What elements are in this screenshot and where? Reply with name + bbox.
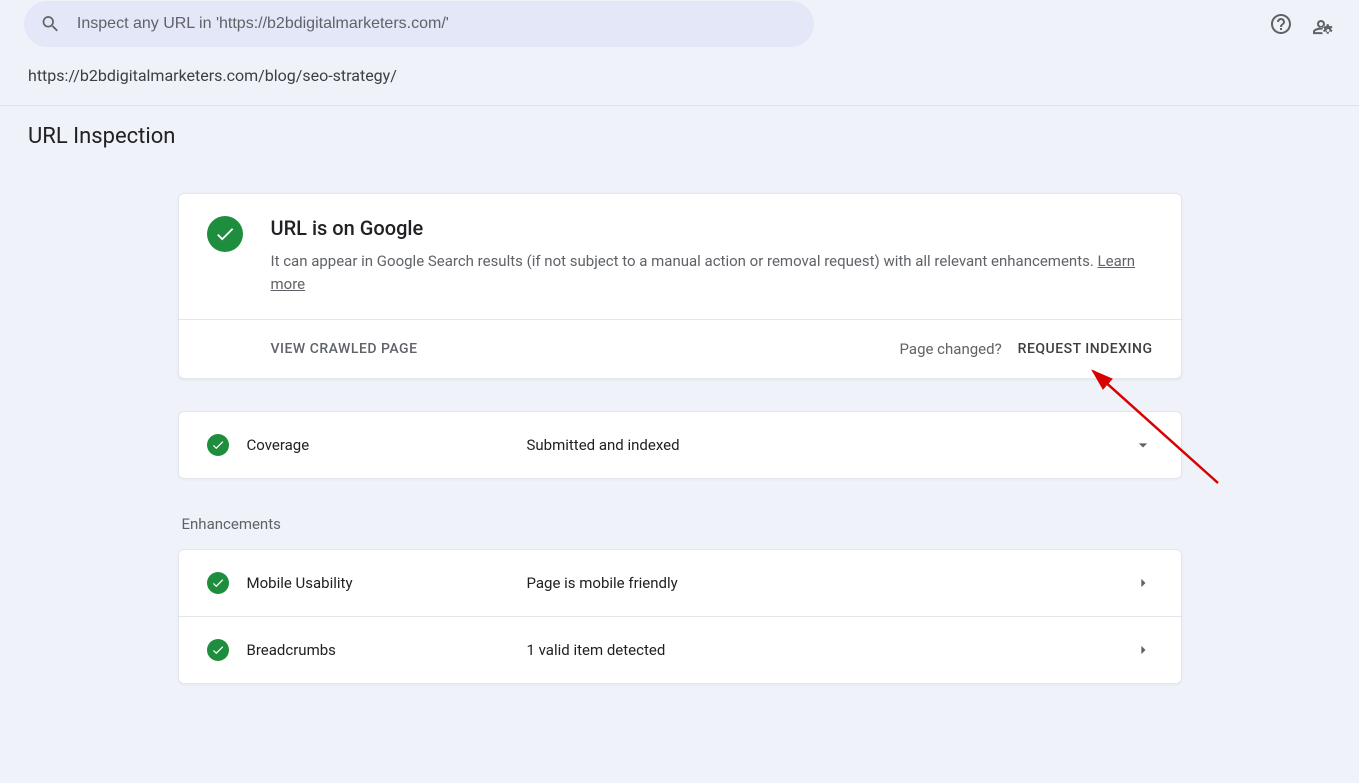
coverage-label: Coverage: [247, 436, 527, 454]
row-label: Mobile Usability: [247, 574, 527, 592]
status-description: It can appear in Google Search results (…: [271, 250, 1153, 295]
inspected-url: https://b2bdigitalmarketers.com/blog/seo…: [0, 48, 1359, 106]
status-card: URL is on Google It can appear in Google…: [178, 193, 1182, 379]
check-icon: [207, 216, 243, 252]
search-icon: [40, 13, 61, 35]
row-value: Page is mobile friendly: [527, 574, 678, 592]
view-crawled-page-button[interactable]: VIEW CRAWLED PAGE: [271, 341, 418, 357]
check-icon: [207, 639, 229, 661]
search-input[interactable]: [77, 15, 798, 33]
enhancements-card: Mobile Usability Page is mobile friendly…: [178, 549, 1182, 684]
request-indexing-button[interactable]: REQUEST INDEXING: [1018, 341, 1153, 357]
search-bar[interactable]: [24, 1, 814, 47]
chevron-right-icon: [1133, 640, 1153, 660]
check-icon: [207, 572, 229, 594]
breadcrumbs-row[interactable]: Breadcrumbs 1 valid item detected: [179, 616, 1181, 683]
chevron-right-icon: [1133, 573, 1153, 593]
coverage-row[interactable]: Coverage Submitted and indexed: [179, 412, 1181, 478]
help-icon[interactable]: [1269, 12, 1293, 36]
status-heading: URL is on Google: [271, 216, 1153, 240]
chevron-down-icon: [1133, 435, 1153, 455]
coverage-card: Coverage Submitted and indexed: [178, 411, 1182, 479]
row-label: Breadcrumbs: [247, 641, 527, 659]
page-title: URL Inspection: [0, 106, 1359, 149]
row-value: 1 valid item detected: [527, 641, 666, 659]
page-changed-label: Page changed?: [900, 340, 1002, 358]
mobile-usability-row[interactable]: Mobile Usability Page is mobile friendly: [179, 550, 1181, 616]
check-icon: [207, 434, 229, 456]
coverage-value: Submitted and indexed: [527, 436, 680, 454]
enhancements-heading: Enhancements: [182, 515, 1182, 533]
user-settings-icon[interactable]: [1311, 12, 1335, 36]
